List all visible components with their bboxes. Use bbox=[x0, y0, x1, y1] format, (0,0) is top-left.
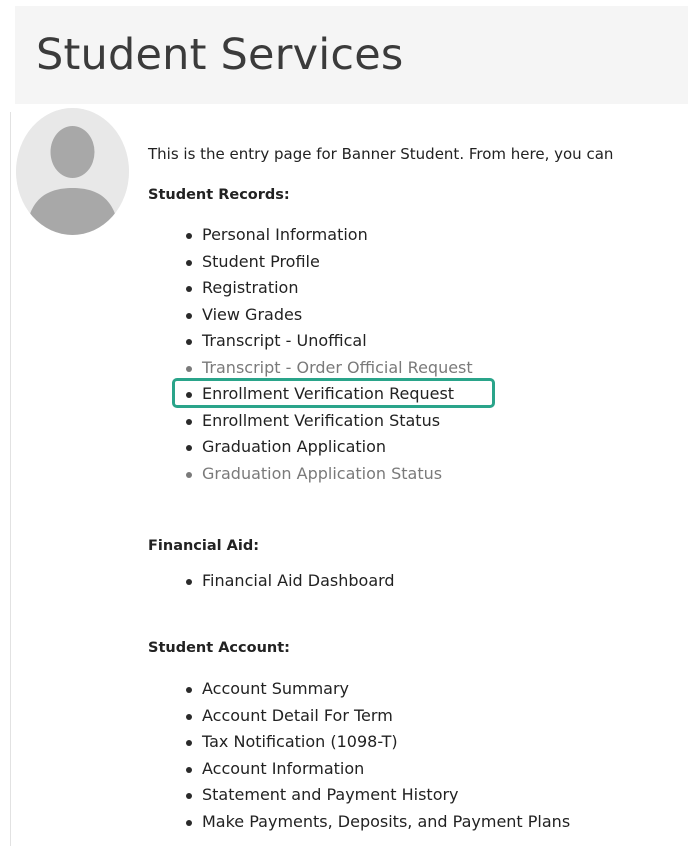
link-account-information[interactable]: Account Information bbox=[186, 756, 570, 783]
link-student-profile[interactable]: Student Profile bbox=[186, 249, 473, 276]
link-enrollment-verification-request[interactable]: Enrollment Verification Request bbox=[186, 381, 473, 408]
link-statement-payment-history[interactable]: Statement and Payment History bbox=[186, 782, 570, 809]
user-avatar-icon bbox=[16, 108, 129, 235]
link-graduation-application-status[interactable]: Graduation Application Status bbox=[186, 461, 473, 488]
content-divider bbox=[10, 112, 11, 846]
link-financial-aid-dashboard[interactable]: Financial Aid Dashboard bbox=[186, 568, 395, 595]
link-registration[interactable]: Registration bbox=[186, 275, 473, 302]
link-enrollment-verification-status[interactable]: Enrollment Verification Status bbox=[186, 408, 473, 435]
link-transcript-unofficial[interactable]: Transcript - Unoffical bbox=[186, 328, 473, 355]
link-make-payments[interactable]: Make Payments, Deposits, and Payment Pla… bbox=[186, 809, 570, 836]
link-transcript-order-official[interactable]: Transcript - Order Official Request bbox=[186, 355, 473, 382]
section-heading-student-records: Student Records: bbox=[148, 187, 290, 203]
link-view-grades[interactable]: View Grades bbox=[186, 302, 473, 329]
section-heading-financial-aid: Financial Aid: bbox=[148, 538, 260, 554]
intro-text: This is the entry page for Banner Studen… bbox=[148, 145, 614, 163]
student-account-list: Account Summary Account Detail For Term … bbox=[186, 676, 570, 835]
student-records-list: Personal Information Student Profile Reg… bbox=[186, 222, 473, 487]
link-account-summary[interactable]: Account Summary bbox=[186, 676, 570, 703]
financial-aid-list: Financial Aid Dashboard bbox=[186, 568, 395, 595]
link-tax-notification[interactable]: Tax Notification (1098-T) bbox=[186, 729, 570, 756]
page-header: Student Services bbox=[15, 6, 688, 104]
page-title: Student Services bbox=[36, 30, 404, 80]
link-graduation-application[interactable]: Graduation Application bbox=[186, 434, 473, 461]
student-services-page: Student Services This is the entry page … bbox=[0, 0, 688, 846]
link-account-detail-for-term[interactable]: Account Detail For Term bbox=[186, 703, 570, 730]
section-heading-student-account: Student Account: bbox=[148, 640, 290, 656]
link-personal-information[interactable]: Personal Information bbox=[186, 222, 473, 249]
